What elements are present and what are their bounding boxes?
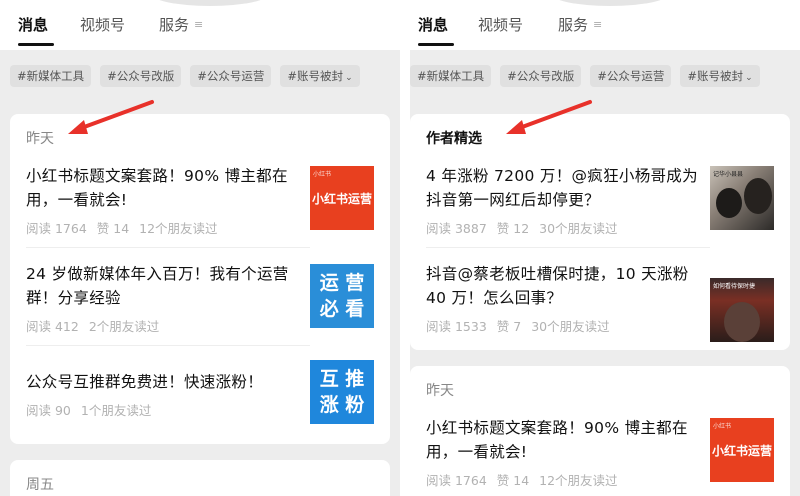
article-item[interactable]: 抖音@蔡老板吐槽保时捷，10 天涨粉 40 万！怎么回事？ 阅读 1533 赞 … [426, 262, 774, 342]
article-title[interactable]: 24 岁做新媒体年入百万！我有个运营群！分享经验 [26, 262, 298, 310]
article-thumbnail[interactable]: 小红书 小红书运营 [710, 418, 774, 482]
tab-services[interactable]: 服务 [558, 14, 588, 35]
tag-account-revamp[interactable]: #公众号改版 [500, 65, 582, 87]
chevron-down-icon: ⌄ [745, 73, 753, 83]
tab-messages[interactable]: 消息 [418, 14, 448, 35]
thumb-label-line2: 涨 粉 [319, 394, 365, 416]
right-screenshot: 消息 视频号 服务 ≡ #新媒体工具 #公众号改版 #公众号运营 #账号被封 ⌄ … [410, 0, 800, 496]
article-thumbnail[interactable]: 记华小县县 [710, 166, 774, 230]
friends-read: 30个朋友读过 [531, 319, 610, 334]
tag-row: #新媒体工具 #公众号改版 #公众号运营 #账号被封 ⌄ [10, 65, 360, 87]
article-thumbnail[interactable]: 如何看待保时捷 [710, 278, 774, 342]
like-count: 赞 14 [96, 221, 130, 236]
active-tab-indicator [18, 43, 54, 46]
tag-label: #账号被封 [287, 69, 344, 83]
left-screenshot: 消息 视频号 服务 ≡ #新媒体工具 #公众号改版 #公众号运营 #账号被封 ⌄ … [0, 0, 400, 496]
article-title[interactable]: 4 年涨粉 7200 万！@疯狂小杨哥成为抖音第一网红后却停更？ [426, 164, 698, 212]
read-count: 阅读 1764 [426, 473, 487, 488]
tag-account-banned[interactable]: #账号被封 ⌄ [280, 65, 360, 87]
tab-services[interactable]: 服务 [159, 14, 189, 35]
article-item[interactable]: 公众号互推群免费进！快速涨粉！ 阅读 90 1个朋友读过 互 推 涨 粉 [26, 360, 374, 430]
person-photo [744, 178, 772, 214]
article-title[interactable]: 小红书标题文案套路！90% 博主都在用，一看就会! [26, 164, 298, 212]
top-tab-bar: 消息 视频号 服务 ≡ [410, 0, 800, 50]
person-photo [724, 302, 760, 342]
card-section-header: 作者精选 [426, 131, 482, 147]
tag-new-media-tools[interactable]: #新媒体工具 [410, 65, 492, 87]
article-meta: 阅读 1533 赞 7 30个朋友读过 [426, 316, 616, 335]
red-arrow-annotation [68, 100, 154, 134]
article-card-yesterday: 昨天 小红书标题文案套路！90% 博主都在用，一看就会! 阅读 1764 赞 1… [10, 114, 390, 444]
article-meta: 阅读 1764 赞 14 12个朋友读过 [426, 470, 624, 489]
thumb-label-line1: 运 营 [319, 272, 365, 294]
thumb-small-label: 小红书 [313, 171, 332, 178]
menu-icon[interactable]: ≡ [593, 18, 602, 31]
article-title[interactable]: 公众号互推群免费进！快速涨粉！ [26, 370, 298, 394]
friends-read: 12个朋友读过 [139, 221, 218, 236]
article-meta: 阅读 3887 赞 12 30个朋友读过 [426, 218, 624, 237]
tag-new-media-tools[interactable]: #新媒体工具 [10, 65, 92, 87]
panel-divider [400, 0, 410, 496]
tag-row: #新媒体工具 #公众号改版 #公众号运营 #账号被封 ⌄ [410, 65, 760, 87]
article-title[interactable]: 抖音@蔡老板吐槽保时捷，10 天涨粉 40 万！怎么回事？ [426, 262, 698, 310]
article-thumbnail[interactable]: 运 营 必 看 [310, 264, 374, 328]
thumb-caption: 如何看待保时捷 [713, 283, 756, 290]
friends-read: 2个朋友读过 [88, 319, 160, 334]
article-item[interactable]: 小红书标题文案套路！90% 博主都在用，一看就会! 阅读 1764 赞 14 1… [426, 416, 774, 488]
card-date-header: 周五 [26, 477, 54, 493]
friends-read: 30个朋友读过 [539, 221, 618, 236]
red-arrow-annotation [506, 100, 592, 134]
article-item[interactable]: 4 年涨粉 7200 万！@疯狂小杨哥成为抖音第一网红后却停更？ 阅读 3887… [426, 164, 774, 236]
top-tab-bar: 消息 视频号 服务 ≡ [0, 0, 400, 50]
read-count: 阅读 412 [26, 319, 79, 334]
read-count: 阅读 1764 [26, 221, 87, 236]
tag-account-operation[interactable]: #公众号运营 [590, 65, 672, 87]
chevron-down-icon: ⌄ [345, 73, 353, 83]
thumb-label-line1: 互 推 [319, 368, 365, 390]
thumb-caption: 记华小县县 [713, 171, 744, 178]
thumb-label-line2: 必 看 [319, 298, 365, 320]
item-divider [26, 345, 310, 346]
read-count: 阅读 3887 [426, 221, 487, 236]
tab-messages[interactable]: 消息 [18, 14, 48, 35]
active-tab-indicator [418, 43, 454, 46]
like-count: 赞 14 [496, 473, 530, 488]
thumb-label: 小红书运营 [711, 443, 772, 458]
tag-label: #账号被封 [687, 69, 744, 83]
menu-icon[interactable]: ≡ [194, 18, 203, 31]
tag-account-operation[interactable]: #公众号运营 [190, 65, 272, 87]
tag-account-revamp[interactable]: #公众号改版 [100, 65, 182, 87]
thumb-small-label: 小红书 [713, 423, 732, 430]
article-thumbnail[interactable]: 互 推 涨 粉 [310, 360, 374, 424]
read-count: 阅读 1533 [426, 319, 487, 334]
tab-channels[interactable]: 视频号 [478, 14, 523, 35]
article-item[interactable]: 24 岁做新媒体年入百万！我有个运营群！分享经验 阅读 412 2个朋友读过 运… [26, 262, 374, 334]
article-meta: 阅读 412 2个朋友读过 [26, 316, 165, 335]
header-shadow [550, 0, 670, 6]
thumb-label: 小红书运营 [311, 191, 372, 206]
like-count: 赞 12 [496, 221, 530, 236]
friends-read: 12个朋友读过 [539, 473, 618, 488]
person-photo [716, 188, 742, 218]
article-card-yesterday: 昨天 小红书标题文案套路！90% 博主都在用，一看就会! 阅读 1764 赞 1… [410, 366, 790, 496]
card-date-header: 昨天 [26, 131, 54, 147]
read-count: 阅读 90 [26, 403, 71, 418]
item-divider [426, 247, 710, 248]
article-card-friday: 周五 [10, 460, 390, 496]
article-item[interactable]: 小红书标题文案套路！90% 博主都在用，一看就会! 阅读 1764 赞 14 1… [26, 164, 374, 236]
article-card-featured: 作者精选 4 年涨粉 7200 万！@疯狂小杨哥成为抖音第一网红后却停更？ 阅读… [410, 114, 790, 350]
tab-channels[interactable]: 视频号 [80, 14, 125, 35]
article-title[interactable]: 小红书标题文案套路！90% 博主都在用，一看就会! [426, 416, 698, 464]
article-meta: 阅读 90 1个朋友读过 [26, 400, 157, 419]
article-meta: 阅读 1764 赞 14 12个朋友读过 [26, 218, 224, 237]
like-count: 赞 7 [496, 319, 522, 334]
header-shadow [150, 0, 270, 6]
friends-read: 1个朋友读过 [80, 403, 152, 418]
tag-account-banned[interactable]: #账号被封 ⌄ [680, 65, 760, 87]
card-date-header: 昨天 [426, 383, 454, 399]
item-divider [26, 247, 310, 248]
article-thumbnail[interactable]: 小红书 小红书运营 [310, 166, 374, 230]
